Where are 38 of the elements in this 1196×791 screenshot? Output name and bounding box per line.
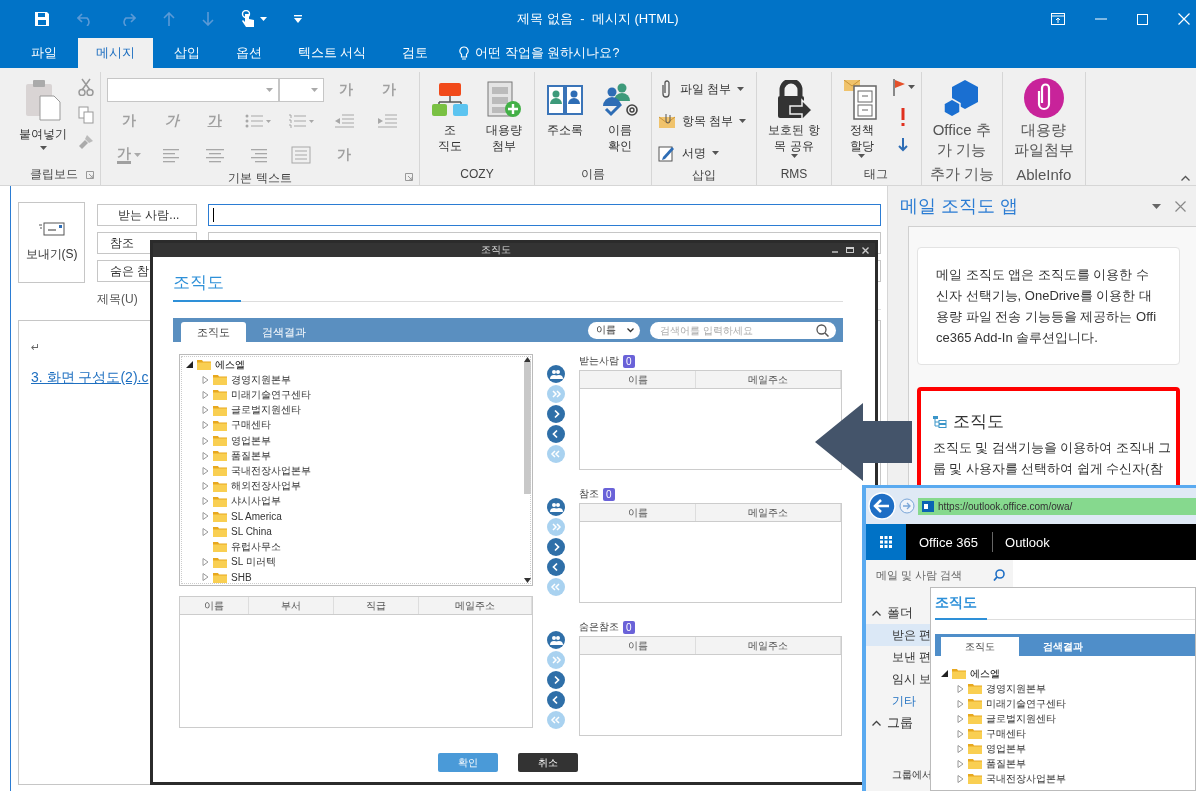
subject-label: 제목(U) [97, 291, 139, 308]
intro-text: 메일 조직도 앱은 조직도를 이용한 수신자 선택기능, OneDrive를 이용한 대용량 파일 전송 기능등을 제공하는 Office365 Add-In 솔루션입니다. [917, 247, 1180, 365]
window-title: 제목 없음 - 메시지 (HTML) [517, 10, 679, 28]
count-badge: 0 [623, 354, 635, 368]
url-text: https://outlook.office.com/owa/ [938, 500, 1073, 512]
count-badge: 0 [623, 620, 635, 634]
group-label: 태그 [864, 165, 889, 183]
group-label: AbleInfo [1016, 165, 1072, 183]
column-header: 메일주소 [696, 504, 841, 521]
dialog-heading: 조직도 [935, 594, 987, 620]
recipient-list-label: 받는사람 [579, 354, 619, 368]
dialog-title: 조직도 [479, 243, 512, 257]
group-label: 삽입 [692, 167, 717, 184]
column-header: 메일주소 [696, 371, 841, 388]
column-header: 이름 [580, 371, 696, 388]
column-header: 이름 [180, 597, 249, 614]
recipient-list-label: 참조 [579, 487, 599, 501]
recipient-list-label: 숨은참조 [579, 620, 619, 634]
column-header: 이름 [580, 637, 696, 654]
feature-description: 조직도 및 검색기능을 이용하여 조직내 그룹 및 사용자를 선택하여 쉽게 수신자(참 [933, 440, 1173, 478]
column-header: 부서 [249, 597, 334, 614]
pane-title: 메일 조직도 앱 [900, 195, 1019, 218]
group-label: 이름 [581, 165, 605, 183]
group-label: 추가 기능 [929, 164, 994, 184]
group-label: 기본 텍스트 [228, 170, 292, 187]
feature-title: 조직도 [953, 411, 1004, 432]
app-title: Outlook [1004, 534, 1050, 550]
group-label: COZY [460, 167, 494, 181]
column-header: 이름 [580, 504, 696, 521]
group-label: RMS [780, 167, 808, 181]
paragraph-mark: ↵ [31, 341, 41, 353]
count-badge: 0 [603, 487, 615, 501]
group-label: 클립보드 [30, 165, 78, 183]
suite-title: Office 365 [918, 534, 980, 550]
column-header: 직급 [334, 597, 419, 614]
column-header: 메일주소 [419, 597, 532, 614]
dialog-heading: 조직도 [173, 271, 241, 302]
column-header: 메일주소 [696, 637, 841, 654]
